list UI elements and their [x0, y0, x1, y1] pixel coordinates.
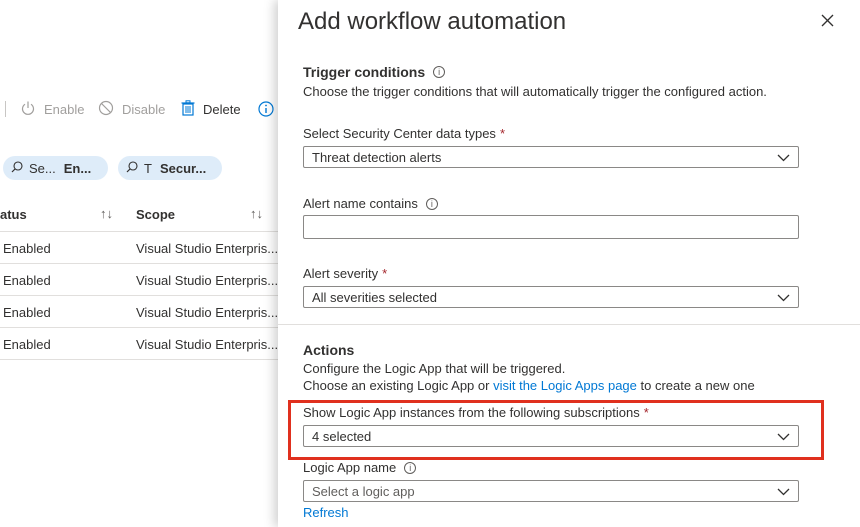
scope-cell: Visual Studio Enterpris... [136, 241, 278, 256]
filter-chip-value: En... [63, 160, 92, 176]
table-row[interactable]: Enabled Visual Studio Enterpris... [0, 232, 278, 264]
logic-app-name-placeholder: Select a logic app [312, 483, 415, 499]
table-row[interactable]: Enabled Visual Studio Enterpris... [0, 328, 278, 360]
alert-name-label: Alert name contains i [303, 196, 438, 211]
column-header-scope[interactable]: Scope [136, 207, 175, 222]
trash-icon [181, 99, 195, 119]
info-icon[interactable] [258, 99, 274, 119]
alert-severity-label: Alert severity * [303, 266, 387, 281]
status-cell: Enabled [3, 305, 51, 320]
trigger-conditions-title: Trigger conditions [303, 64, 426, 80]
logic-app-name-label-text: Logic App name [303, 460, 397, 475]
sort-icon[interactable]: ↑↓ [250, 206, 263, 221]
actions-description-line2: Choose an existing Logic App or visit th… [303, 378, 755, 393]
search-icon [11, 160, 23, 176]
logic-app-name-dropdown[interactable]: Select a logic app [303, 480, 799, 502]
scope-cell: Visual Studio Enterpris... [136, 337, 278, 352]
data-types-label-text: Select Security Center data types [303, 126, 496, 141]
table-row[interactable]: Enabled Visual Studio Enterpris... [0, 264, 278, 296]
logic-app-name-label: Logic App name i [303, 460, 417, 475]
info-icon[interactable]: i [425, 197, 438, 210]
table-row[interactable]: Enabled Visual Studio Enterpris... [0, 296, 278, 328]
filter-chip-security-center[interactable]: Se... En... [3, 156, 108, 180]
enable-label: Enable [44, 101, 85, 117]
highlight-box [288, 400, 824, 460]
block-icon [98, 100, 114, 119]
alert-severity-label-text: Alert severity [303, 266, 379, 281]
actions-description-suffix: to create a new one [636, 378, 755, 393]
data-types-value: Threat detection alerts [312, 149, 442, 165]
actions-heading: Actions [303, 342, 355, 358]
delete-label: Delete [203, 101, 241, 117]
alert-severity-dropdown[interactable]: All severities selected [303, 286, 799, 308]
filter-chip-type[interactable]: T Secur... [118, 156, 222, 180]
disable-label: Disable [122, 101, 166, 117]
enable-button[interactable]: Enable [20, 99, 84, 119]
scope-cell: Visual Studio Enterpris... [136, 305, 278, 320]
close-button[interactable] [816, 12, 838, 34]
sort-icon[interactable]: ↑↓ [100, 206, 113, 221]
logic-apps-page-link[interactable]: visit the Logic Apps page [493, 378, 637, 393]
data-types-label: Select Security Center data types * [303, 126, 505, 141]
info-icon[interactable]: i [404, 461, 417, 474]
required-asterisk: * [382, 266, 388, 281]
filter-chip-label: T [144, 160, 152, 176]
column-header-status[interactable]: atus [0, 207, 27, 222]
blade-title: Add workflow automation [298, 8, 567, 35]
trigger-conditions-description: Choose the trigger conditions that will … [303, 84, 767, 99]
status-cell: Enabled [3, 241, 51, 256]
actions-description-line1: Configure the Logic App that will be tri… [303, 361, 566, 376]
close-icon [821, 14, 834, 32]
scope-cell: Visual Studio Enterpris... [136, 273, 278, 288]
data-types-dropdown[interactable]: Threat detection alerts [303, 146, 799, 168]
status-cell: Enabled [3, 273, 51, 288]
disable-button[interactable]: Disable [98, 99, 165, 119]
search-icon [126, 160, 138, 176]
power-icon [20, 100, 36, 119]
status-cell: Enabled [3, 337, 51, 352]
chevron-down-icon [777, 484, 790, 499]
refresh-link[interactable]: Refresh [303, 505, 349, 520]
toolbar-divider [5, 101, 6, 117]
filter-chip-label: Se... [29, 160, 56, 176]
required-asterisk: * [499, 126, 505, 141]
trigger-conditions-heading: Trigger conditions i [303, 64, 446, 80]
actions-description-prefix: Choose an existing Logic App or [303, 378, 494, 393]
alert-severity-value: All severities selected [312, 289, 437, 305]
alert-name-input[interactable] [303, 215, 799, 239]
chevron-down-icon [777, 150, 790, 165]
section-divider [278, 324, 860, 325]
filter-chip-value: Secur... [159, 160, 207, 176]
info-icon[interactable]: i [433, 66, 446, 78]
alert-name-label-text: Alert name contains [303, 196, 418, 211]
delete-button[interactable]: Delete [181, 99, 241, 119]
chevron-down-icon [777, 290, 790, 305]
automation-list-page: Enable Disable Delete Se... En... T Secu… [0, 0, 278, 527]
